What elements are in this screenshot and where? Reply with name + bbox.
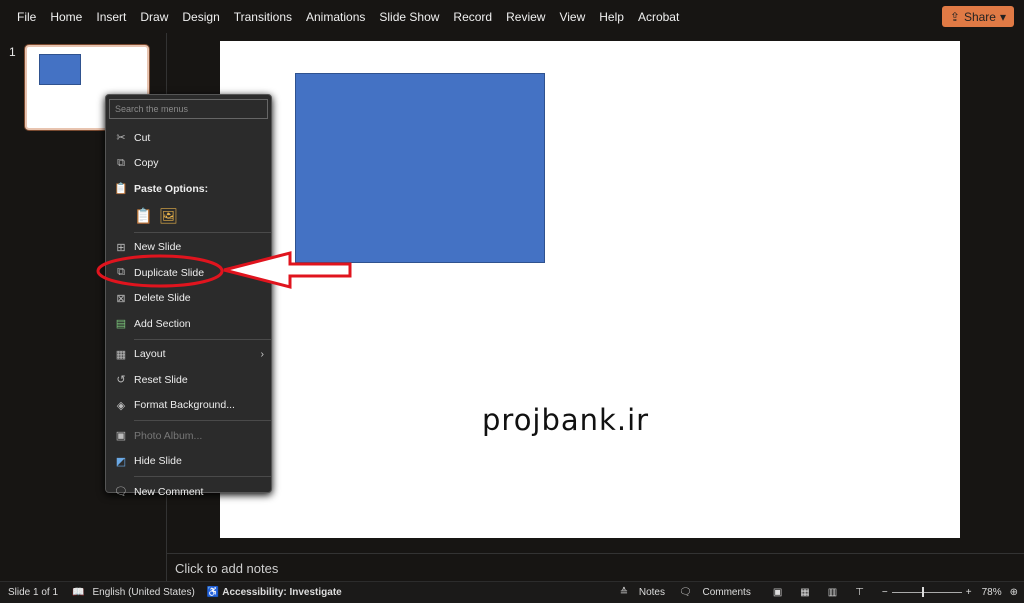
zoom-level[interactable]: 78% bbox=[982, 587, 1002, 598]
zoom-in-button[interactable]: + bbox=[966, 587, 972, 598]
status-bar: Slide 1 of 1 📖 English (United States) ♿… bbox=[0, 581, 1024, 603]
fit-slide-icon[interactable]: ⊕ bbox=[1010, 587, 1018, 598]
slide-counter: Slide 1 of 1 bbox=[8, 587, 59, 598]
notes-button[interactable]: ≙ Notes bbox=[620, 587, 665, 598]
normal-view-icon[interactable]: ▣ bbox=[773, 587, 782, 598]
pointer-arrow bbox=[223, 251, 352, 289]
zoom-out-button[interactable]: − bbox=[882, 587, 888, 598]
comments-button[interactable]: 🗨 Comments bbox=[679, 587, 751, 598]
reading-view-icon[interactable]: ▥ bbox=[828, 587, 837, 598]
highlight-ellipse bbox=[96, 254, 224, 288]
zoom-slider[interactable] bbox=[891, 587, 962, 597]
accessibility-icon: ♿ bbox=[206, 587, 220, 598]
annotation-overlay bbox=[96, 251, 352, 289]
notes-label: Notes bbox=[638, 587, 665, 598]
accessibility-status[interactable]: Accessibility: Investigate bbox=[222, 587, 342, 598]
spellcheck-icon[interactable]: 📖 bbox=[72, 587, 84, 598]
language-status[interactable]: English (United States) bbox=[93, 587, 195, 598]
presenter-view-icon[interactable]: ⊤ bbox=[855, 587, 864, 598]
slide-sorter-icon[interactable]: ▦ bbox=[800, 587, 809, 598]
comments-label: Comments bbox=[702, 587, 751, 598]
